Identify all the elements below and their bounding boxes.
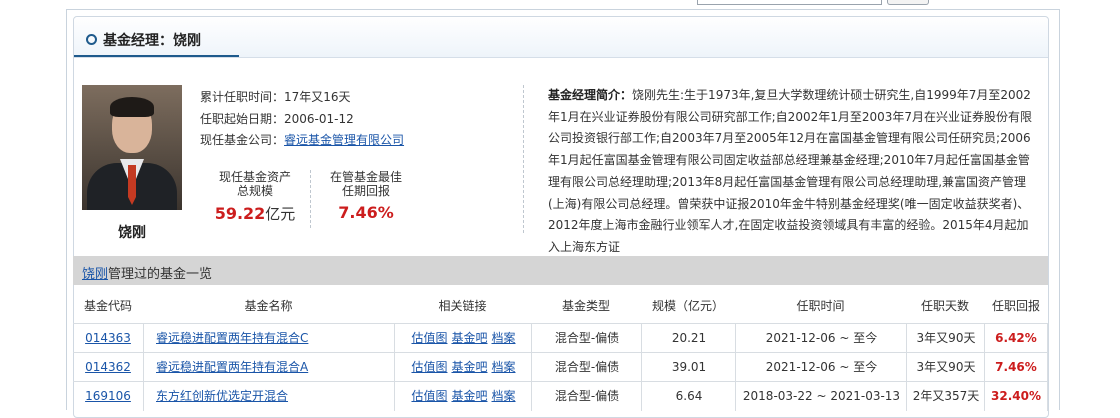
search-input[interactable] xyxy=(697,0,882,5)
fund-forum-link[interactable]: 基金吧 xyxy=(451,389,487,403)
table-row: 169106 东方红创新优选定开混合 估值图 基金吧 档案 混合型-偏债 6.64 … xyxy=(73,381,1048,411)
fund-type: 混合型-偏债 xyxy=(531,382,642,411)
fund-return: 6.42% xyxy=(984,324,1048,353)
best-return-value: 7.46% xyxy=(338,203,394,222)
manager-bio: 基金经理简介：饶刚先生:生于1973年,复旦大学数理统计硕士研究生,自1999年… xyxy=(548,88,1033,254)
manager-name-link[interactable]: 饶刚 xyxy=(82,267,108,282)
fund-days: 2年又357天 xyxy=(906,382,985,411)
assets-label: 现任基金资产 总规模 xyxy=(218,170,291,198)
fund-name-link[interactable]: 睿远稳进配置两年持有混合C xyxy=(156,331,308,345)
fund-name-link[interactable]: 睿远稳进配置两年持有混合A xyxy=(156,360,308,374)
assets-value: 59.22亿元 xyxy=(214,204,296,223)
col-header-links: 相关链接 xyxy=(438,299,487,313)
fund-period: 2021-12-06 ~ 至今 xyxy=(735,353,907,382)
best-return-label: 在管基金最佳 任期回报 xyxy=(329,170,402,198)
stat-divider xyxy=(310,170,311,228)
col-header-days: 任职天数 xyxy=(920,299,969,313)
valuation-chart-link[interactable]: 估值图 xyxy=(411,331,447,345)
valuation-chart-link[interactable]: 估值图 xyxy=(411,360,447,374)
col-header-period: 任职时间 xyxy=(796,299,845,313)
fund-code-link[interactable]: 014363 xyxy=(85,331,131,345)
col-header-name: 基金名称 xyxy=(244,299,293,313)
table-row: 014362 睿远稳进配置两年持有混合A 估值图 基金吧 档案 混合型-偏债 39.… xyxy=(73,352,1048,382)
fund-forum-link[interactable]: 基金吧 xyxy=(451,360,487,374)
fund-type: 混合型-偏债 xyxy=(531,353,642,382)
manager-photo xyxy=(82,85,182,210)
valuation-chart-link[interactable]: 估值图 xyxy=(411,389,447,403)
fund-size: 39.01 xyxy=(641,353,736,382)
fund-return: 32.40% xyxy=(984,382,1048,411)
manager-name: 饶刚 xyxy=(118,225,146,241)
fund-size: 20.21 xyxy=(641,324,736,353)
fund-profile-link[interactable]: 档案 xyxy=(492,360,516,374)
col-header-type: 基金类型 xyxy=(561,299,610,313)
fund-return: 7.46% xyxy=(984,353,1048,382)
fund-forum-link[interactable]: 基金吧 xyxy=(451,331,487,345)
fund-days: 3年又90天 xyxy=(906,353,985,382)
fund-period: 2021-12-06 ~ 至今 xyxy=(735,324,907,353)
company-info: 现任基金公司：睿远基金管理有限公司 xyxy=(200,133,405,147)
search-button[interactable] xyxy=(887,0,929,5)
fund-code-link[interactable]: 169106 xyxy=(85,389,131,403)
card-header: 基金经理：饶刚 xyxy=(74,17,1048,58)
company-link[interactable]: 睿远基金管理有限公司 xyxy=(284,133,404,147)
tenure-value: 17年又16天 xyxy=(284,90,351,104)
fund-period: 2018-03-22 ~ 2021-03-13 xyxy=(735,382,907,411)
start-info: 任职起始日期：2006-01-12 xyxy=(200,112,354,126)
fund-type: 混合型-偏债 xyxy=(531,324,642,353)
fund-size: 6.64 xyxy=(641,382,736,411)
header-underline xyxy=(74,55,239,57)
fund-profile-link[interactable]: 档案 xyxy=(492,331,516,345)
fund-list-header: 饶刚管理过的基金一览 xyxy=(73,256,1048,285)
tenure-info: 累计任职时间：17年又16天 xyxy=(200,90,351,104)
fund-profile-link[interactable]: 档案 xyxy=(492,389,516,403)
circle-bullet-icon xyxy=(86,34,97,45)
table-row: 014363 睿远稳进配置两年持有混合C 估值图 基金吧 档案 混合型-偏债 20.… xyxy=(73,323,1048,353)
fund-days: 3年又90天 xyxy=(906,324,985,353)
col-header-size: 规模（亿元） xyxy=(651,299,724,313)
bio-divider xyxy=(523,85,524,233)
col-header-return: 任职回报 xyxy=(991,299,1040,313)
start-date-value: 2006-01-12 xyxy=(284,112,354,126)
section-title: 基金经理：饶刚 xyxy=(103,33,201,49)
col-header-code: 基金代码 xyxy=(83,299,132,313)
fund-name-link[interactable]: 东方红创新优选定开混合 xyxy=(156,389,288,403)
fund-code-link[interactable]: 014362 xyxy=(85,360,131,374)
